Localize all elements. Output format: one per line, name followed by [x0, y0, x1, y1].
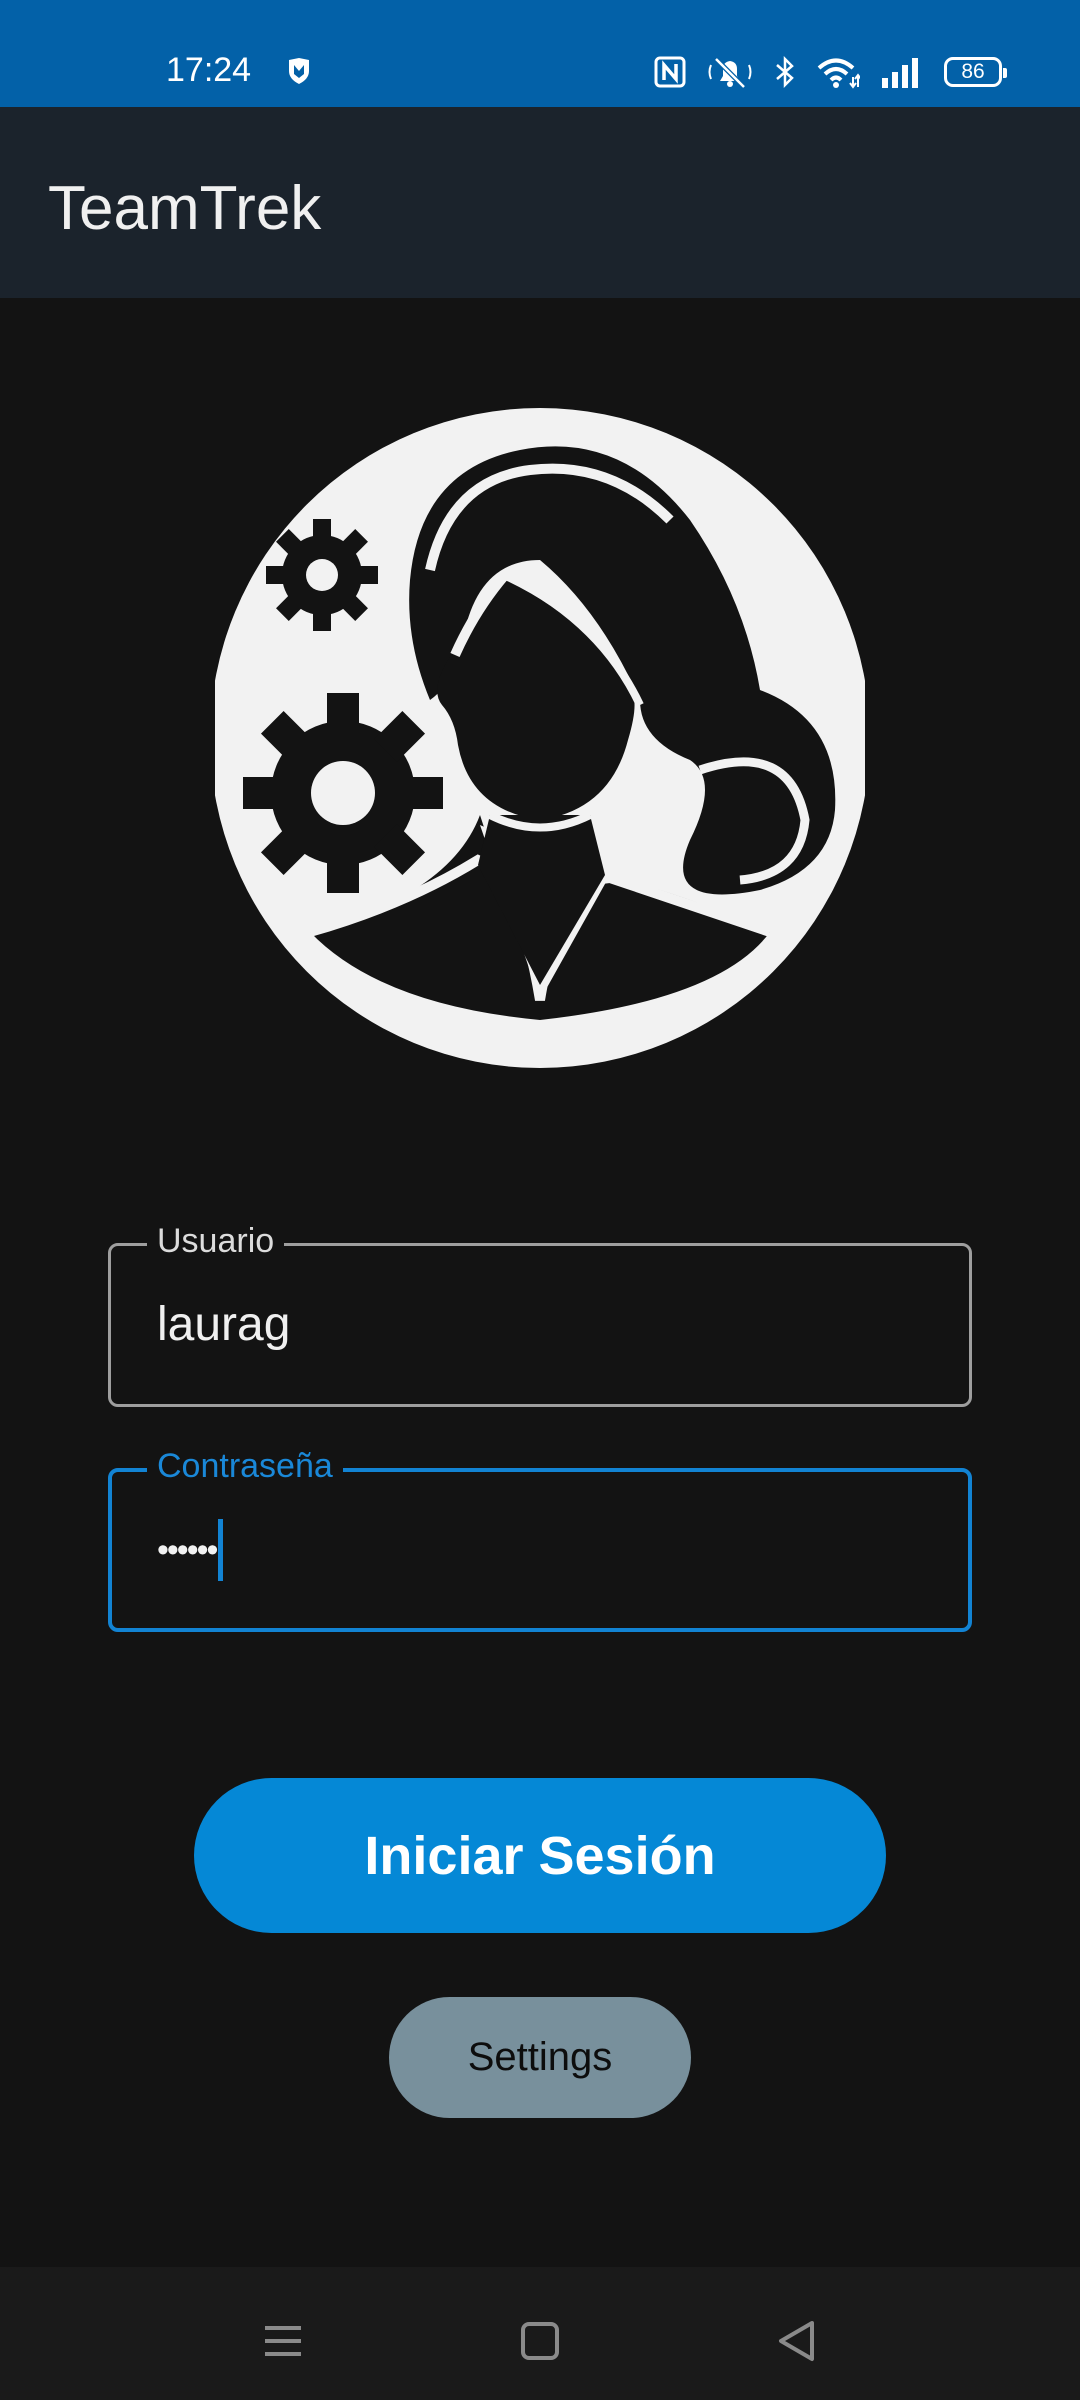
status-time: 17:24 — [166, 51, 252, 89]
wifi-icon — [817, 58, 860, 89]
mute-icon — [708, 57, 752, 89]
app-bar: TeamTrek — [0, 107, 1080, 298]
app-title: TeamTrek — [48, 174, 322, 243]
battery-level: 86 — [961, 60, 985, 83]
status-icons: 86 — [654, 54, 1007, 90]
signal-icon — [882, 58, 918, 88]
username-field[interactable]: Usuario laurag — [108, 1221, 972, 1407]
nfc-icon — [654, 56, 686, 88]
password-label: Contraseña — [147, 1446, 343, 1486]
battery-icon: 86 — [944, 57, 1007, 87]
username-label: Usuario — [147, 1221, 285, 1261]
back-icon[interactable] — [767, 2311, 827, 2371]
login-button[interactable]: Iniciar Sesión — [194, 1778, 886, 1933]
home-icon[interactable] — [510, 2311, 570, 2371]
text-cursor — [218, 1519, 224, 1581]
navigation-bar — [0, 2267, 1080, 2400]
bluetooth-icon — [776, 56, 794, 88]
password-value: •••••• — [157, 1530, 218, 1569]
shield-icon — [289, 58, 309, 84]
settings-button[interactable]: Settings — [389, 1997, 691, 2118]
avatar-logo-icon — [215, 408, 865, 1068]
username-value: laurag — [157, 1298, 291, 1351]
status-bar: 17:24 86 — [0, 0, 1080, 107]
password-input: •••••• — [157, 1518, 224, 1582]
password-field[interactable]: Contraseña •••••• — [108, 1446, 972, 1632]
menu-icon[interactable] — [253, 2311, 313, 2371]
